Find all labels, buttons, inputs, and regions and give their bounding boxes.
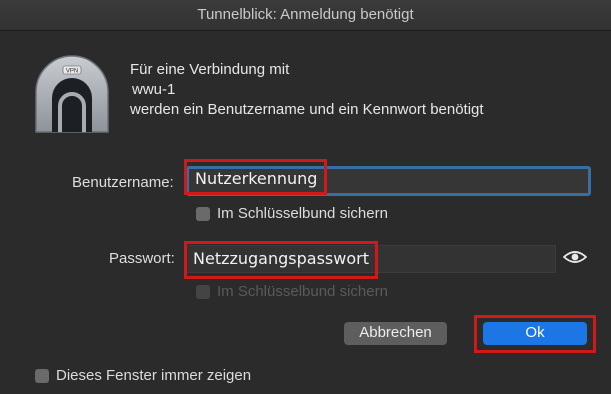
username-save-keychain[interactable]: Im Schlüsselbund sichern [196, 205, 388, 222]
vpn-tunnel-icon: VPN [35, 55, 109, 133]
username-save-checkbox[interactable] [196, 206, 210, 221]
password-save-checkbox [196, 284, 210, 299]
message-line-1: Für eine Verbindung mit [130, 61, 290, 78]
message-line-3: werden ein Benutzername und ein Kennwort… [130, 101, 484, 118]
login-dialog: Tunnelblick: Anmeldung benötigt VPN Für … [0, 0, 611, 394]
connection-name: wwu-1 [132, 81, 176, 98]
password-save-label: Im Schlüsselbund sichern [217, 283, 388, 300]
window-title: Tunnelblick: Anmeldung benötigt [0, 0, 611, 31]
show-password-eye-icon[interactable] [563, 249, 587, 265]
username-label: Benutzername: [72, 174, 174, 191]
always-show-window-option[interactable]: Dieses Fenster immer zeigen [35, 367, 251, 384]
username-input[interactable]: Nutzerkennung [186, 166, 591, 196]
always-show-label: Dieses Fenster immer zeigen [56, 367, 252, 384]
cancel-button[interactable]: Abbrechen [344, 322, 447, 345]
password-label: Passwort: [109, 250, 175, 267]
password-input[interactable]: Netzzugangspasswort [186, 245, 556, 273]
ok-button[interactable]: Ok [483, 322, 587, 345]
vpn-badge-text: VPN [66, 69, 78, 75]
login-message: Für eine Verbindung mit wwu-1 werden ein… [130, 60, 484, 120]
always-show-checkbox[interactable] [35, 368, 49, 383]
username-save-label: Im Schlüsselbund sichern [217, 205, 388, 222]
password-save-keychain: Im Schlüsselbund sichern [196, 283, 388, 300]
